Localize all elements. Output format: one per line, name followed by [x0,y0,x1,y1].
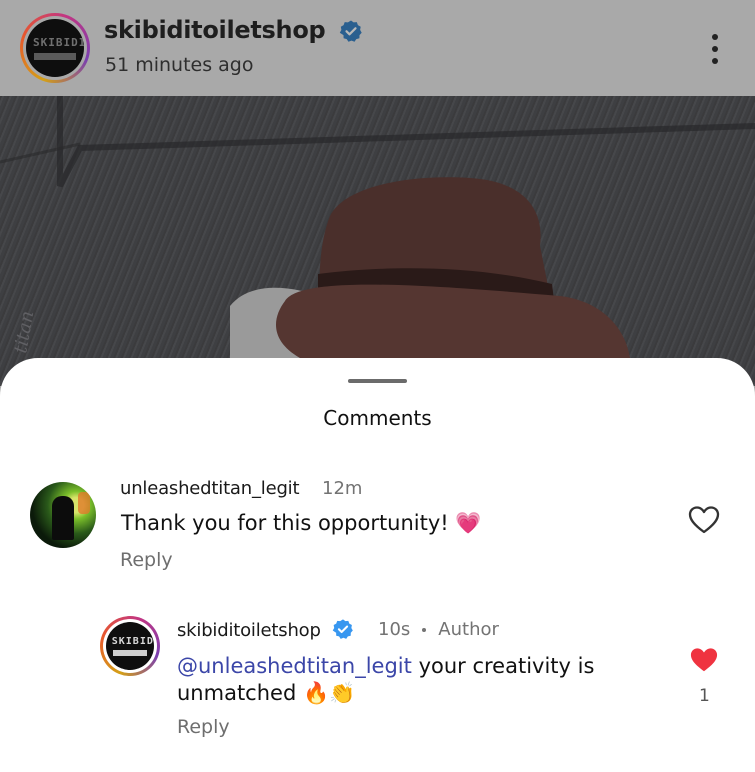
avatar-logo-text: SKIBIDI [111,636,154,648]
reply-text-line1: your creativity is [411,654,595,678]
avatar-logo-text: SKIBIDI [32,36,84,50]
svg-text:titan: titan [10,309,38,355]
heart-filled-icon[interactable] [688,646,720,674]
reply-meta: 10s Author [378,619,499,640]
comments-sheet: Comments unleashedtitan_legit 12m Thank … [0,358,755,772]
verified-badge-icon [340,20,363,42]
more-vertical-icon[interactable] [703,32,727,66]
comment-timestamp: 12m [322,478,363,499]
verified-badge-icon [332,619,354,639]
sheet-title: Comments [323,406,432,430]
comment-text: Thank you for this opportunity! 💗 [121,511,482,535]
reply-author-avatar[interactable]: SKIBIDI [100,616,160,676]
comment-reply-button[interactable]: Reply [120,549,173,571]
drag-handle[interactable] [348,379,407,383]
commenter-avatar[interactable] [30,482,96,548]
reply-reply-button[interactable]: Reply [177,716,230,738]
post-image[interactable]: titan [0,96,755,386]
painting-artwork: titan [0,96,755,386]
reply-username[interactable]: skibiditoiletshop [177,619,354,641]
reply-timestamp: 10s [378,619,411,640]
post-author-avatar[interactable]: SKIBIDI [20,13,90,83]
post-timestamp: 51 minutes ago [105,54,254,76]
mention-link[interactable]: @unleashedtitan_legit [177,654,412,678]
author-label: Author [438,619,499,640]
comment-username[interactable]: unleashedtitan_legit [120,478,300,499]
post-author-username[interactable]: skibiditoiletshop [104,16,363,44]
heart-outline-icon[interactable] [688,505,720,535]
like-count: 1 [699,686,710,706]
reply-text: @unleashedtitan_legit your creativity is… [177,653,594,707]
reply-text-line2: unmatched 🔥👏 [177,681,356,705]
post-header: SKIBIDI skibiditoiletshop 51 minutes ago [0,0,755,96]
